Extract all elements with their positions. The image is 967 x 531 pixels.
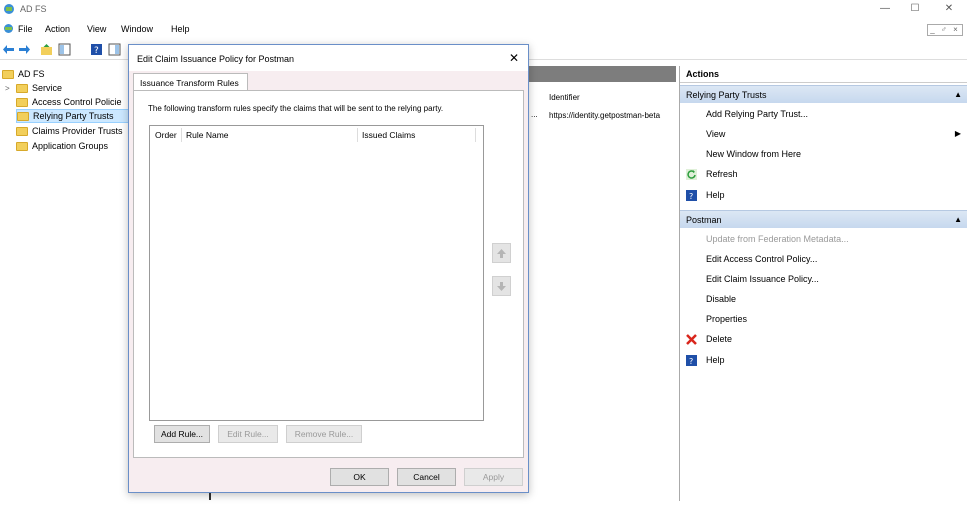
tree-item-access-control-policies[interactable]: Access Control Policie: [16, 95, 122, 109]
cancel-button[interactable]: Cancel: [397, 468, 456, 486]
menu-window[interactable]: Window: [121, 24, 153, 34]
folder-icon: [16, 141, 28, 151]
refresh-icon: [686, 169, 697, 180]
menu-bar: File Action View Window Help _ ♂ ×: [0, 20, 967, 38]
title-bar: AD FS — ☐ ✕: [0, 0, 967, 18]
remove-rule-button: Remove Rule...: [286, 425, 362, 443]
menu-help[interactable]: Help: [171, 24, 190, 34]
actions-pane: Actions Relying Party Trusts ▲ Add Relyi…: [679, 66, 967, 501]
rules-list[interactable]: Order Rule Name Issued Claims: [149, 125, 484, 421]
column-header-issued-claims[interactable]: Issued Claims: [362, 130, 415, 140]
row-marker: ...: [531, 110, 538, 119]
action-delete[interactable]: Delete: [706, 334, 732, 344]
tree-item-claims-provider-trusts[interactable]: Claims Provider Trusts: [16, 124, 123, 138]
action-help[interactable]: Help: [706, 190, 725, 200]
dialog-title: Edit Claim Issuance Policy for Postman: [137, 54, 295, 64]
maximize-button[interactable]: ☐: [903, 2, 927, 16]
close-window-button[interactable]: ✕: [937, 2, 961, 16]
mdi-window-controls[interactable]: _ ♂ ×: [927, 24, 963, 36]
folder-icon: [16, 126, 28, 136]
svg-text:?: ?: [689, 192, 693, 201]
edit-rule-button: Edit Rule...: [218, 425, 278, 443]
help-icon: ?: [686, 355, 697, 366]
action-edit-access-control-policy[interactable]: Edit Access Control Policy...: [706, 254, 817, 264]
actions-section-postman[interactable]: Postman ▲: [680, 210, 967, 228]
action-refresh[interactable]: Refresh: [706, 169, 738, 179]
folder-icon: [2, 69, 14, 79]
tree-item-adfs[interactable]: AD FS: [2, 67, 45, 81]
column-separator: [475, 128, 476, 142]
rules-description: The following transform rules specify th…: [148, 104, 444, 113]
menu-file[interactable]: File: [18, 24, 33, 34]
tree-item-relying-party-trusts[interactable]: Relying Party Trusts: [16, 109, 130, 123]
tab-issuance-transform-rules[interactable]: Issuance Transform Rules: [133, 73, 248, 91]
apply-button: Apply: [464, 468, 523, 486]
menu-action[interactable]: Action: [45, 24, 70, 34]
ok-button[interactable]: OK: [330, 468, 389, 486]
adfs-app-icon: [4, 4, 14, 14]
back-arrow-icon[interactable]: [2, 43, 15, 56]
up-arrow-icon: [497, 249, 506, 258]
help-icon[interactable]: ?: [90, 43, 103, 56]
collapse-caret-icon[interactable]: ▲: [954, 215, 962, 224]
action-new-window-from-here[interactable]: New Window from Here: [706, 149, 801, 159]
dialog-title-bar: Edit Claim Issuance Policy for Postman ✕: [129, 45, 528, 71]
column-header-identifier[interactable]: Identifier: [549, 93, 580, 102]
actions-section-relying-party-trusts[interactable]: Relying Party Trusts ▲: [680, 85, 967, 103]
action-help-postman[interactable]: Help: [706, 355, 725, 365]
move-up-button: [492, 243, 511, 263]
menu-view[interactable]: View: [87, 24, 106, 34]
action-view[interactable]: View: [706, 129, 725, 139]
center-pane-header: [528, 66, 676, 82]
action-properties[interactable]: Properties: [706, 314, 747, 324]
column-separator: [357, 128, 358, 142]
collapse-caret-icon[interactable]: ▲: [954, 90, 962, 99]
down-arrow-icon: [497, 282, 506, 291]
action-update-from-federation-metadata: Update from Federation Metadata...: [706, 234, 849, 244]
up-folder-icon[interactable]: [40, 43, 53, 56]
add-rule-button[interactable]: Add Rule...: [154, 425, 210, 443]
svg-text:?: ?: [94, 46, 99, 56]
move-down-button: [492, 276, 511, 296]
help-icon: ?: [686, 190, 697, 201]
tree-item-application-groups[interactable]: Application Groups: [16, 139, 108, 153]
tree-item-service[interactable]: > Service: [5, 81, 62, 95]
console-tree: AD FS > Service Access Control Policie R…: [0, 63, 132, 503]
submenu-arrow-icon: ▶: [954, 129, 961, 138]
dialog-close-button[interactable]: ✕: [506, 50, 522, 66]
action-disable[interactable]: Disable: [706, 294, 736, 304]
column-separator: [181, 128, 182, 142]
column-header-order[interactable]: Order: [155, 130, 177, 140]
delete-x-icon: [686, 334, 697, 345]
folder-icon: [16, 97, 28, 107]
edit-claim-issuance-policy-dialog: Edit Claim Issuance Policy for Postman ✕…: [128, 44, 529, 493]
window-title: AD FS: [20, 4, 47, 14]
minimize-button[interactable]: —: [873, 2, 897, 16]
forward-arrow-icon[interactable]: [18, 43, 31, 56]
show-hide-action-pane-icon[interactable]: [108, 43, 121, 56]
show-hide-tree-icon[interactable]: [58, 43, 71, 56]
folder-icon: [17, 111, 29, 121]
svg-text:?: ?: [689, 357, 693, 366]
relying-party-identifier[interactable]: https://identity.getpostman-beta: [549, 111, 675, 120]
tab-panel: The following transform rules specify th…: [133, 90, 524, 458]
column-header-rule-name[interactable]: Rule Name: [186, 130, 229, 140]
action-add-relying-party-trust[interactable]: Add Relying Party Trust...: [706, 109, 808, 119]
mmc-icon: [4, 24, 13, 33]
expand-chevron-icon[interactable]: >: [5, 84, 13, 93]
actions-title: Actions: [680, 66, 967, 83]
action-edit-claim-issuance-policy[interactable]: Edit Claim Issuance Policy...: [706, 274, 819, 284]
folder-icon: [16, 83, 28, 93]
